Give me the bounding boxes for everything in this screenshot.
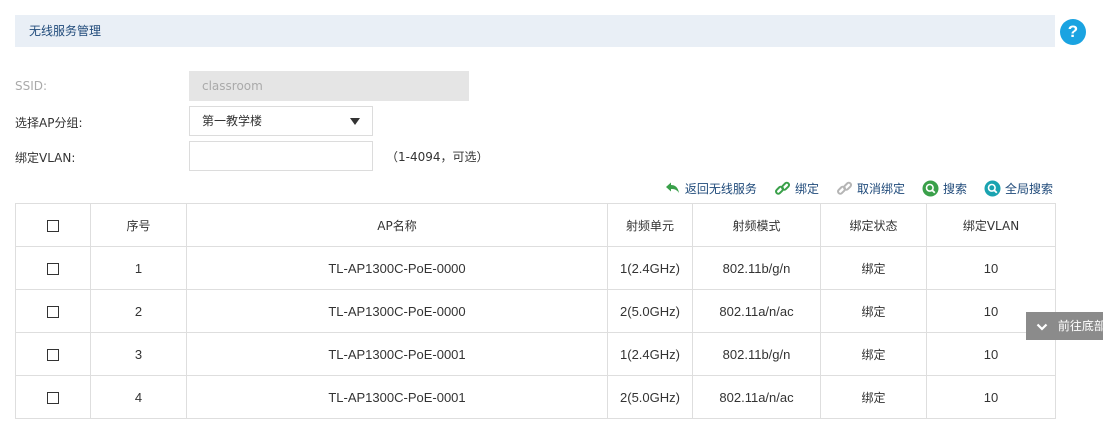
bind-button[interactable]: 绑定 <box>774 180 819 197</box>
row-select[interactable] <box>15 246 91 290</box>
cell-mode: 802.11a/n/ac <box>692 289 821 333</box>
vlan-hint: （1-4094，可选） <box>386 150 489 164</box>
row-checkbox[interactable] <box>47 305 59 318</box>
header-select-all[interactable] <box>15 203 91 247</box>
cell-vlan: 10 <box>926 375 1056 419</box>
cell-status: 绑定 <box>820 289 927 333</box>
select-all-checkbox[interactable] <box>47 219 59 232</box>
chevron-down-icon <box>350 118 360 125</box>
row-checkbox[interactable] <box>47 262 59 275</box>
ap-group-select[interactable]: 第一教学楼 <box>189 106 373 136</box>
cell-status: 绑定 <box>820 332 927 376</box>
cell-vlan: 10 <box>926 246 1056 290</box>
row-checkbox[interactable] <box>47 348 59 361</box>
go-to-bottom-button[interactable]: 前往底部 <box>1026 312 1103 340</box>
header-status: 绑定状态 <box>820 203 927 247</box>
row-select[interactable] <box>15 289 91 333</box>
cell-mode: 802.11b/g/n <box>692 246 821 290</box>
search-icon <box>922 180 939 196</box>
cell-radio: 1(2.4GHz) <box>607 246 693 290</box>
back-label: 返回无线服务 <box>684 181 757 196</box>
cell-index: 1 <box>90 246 187 290</box>
header-mode: 射频模式 <box>692 203 821 247</box>
cell-ap-name: TL-AP1300C-PoE-0000 <box>186 246 608 290</box>
bind-label: 绑定 <box>794 181 819 196</box>
row-select[interactable] <box>15 375 91 419</box>
cell-radio: 2(5.0GHz) <box>607 289 693 333</box>
search-label: 搜索 <box>942 181 967 196</box>
ssid-label: SSID: <box>15 79 48 93</box>
row-select[interactable] <box>15 332 91 376</box>
help-icon[interactable]: ? <box>1060 19 1086 45</box>
chevron-down-icon <box>1036 323 1048 331</box>
cell-index: 3 <box>90 332 187 376</box>
search-button[interactable]: 搜索 <box>922 180 967 197</box>
back-to-wireless-button[interactable]: 返回无线服务 <box>664 180 757 197</box>
cell-radio: 2(5.0GHz) <box>607 375 693 419</box>
cell-radio: 1(2.4GHz) <box>607 332 693 376</box>
cell-ap-name: TL-AP1300C-PoE-0001 <box>186 332 608 376</box>
cell-status: 绑定 <box>820 246 927 290</box>
unbind-button[interactable]: 取消绑定 <box>836 180 905 197</box>
global-search-label: 全局搜索 <box>1004 181 1053 196</box>
cell-ap-name: TL-AP1300C-PoE-0001 <box>186 375 608 419</box>
ap-group-value: 第一教学楼 <box>202 114 263 128</box>
vlan-input[interactable] <box>189 141 373 171</box>
page-title: 无线服务管理 <box>29 24 102 38</box>
back-arrow-icon <box>665 182 679 193</box>
section-header: 无线服务管理 <box>15 15 1055 47</box>
unlink-icon <box>836 181 852 195</box>
global-search-icon <box>984 180 1001 196</box>
header-vlan: 绑定VLAN <box>926 203 1056 247</box>
cell-mode: 802.11a/n/ac <box>692 375 821 419</box>
cell-status: 绑定 <box>820 375 927 419</box>
unbind-label: 取消绑定 <box>856 181 905 196</box>
ssid-field: classroom <box>189 71 469 101</box>
table-header-row: 序号 AP名称 射频单元 射频模式 绑定状态 绑定VLAN <box>15 203 1056 247</box>
table-row[interactable]: 2 TL-AP1300C-PoE-0000 2(5.0GHz) 802.11a/… <box>15 289 1056 333</box>
row-checkbox[interactable] <box>47 391 59 404</box>
global-search-button[interactable]: 全局搜索 <box>984 180 1053 197</box>
header-index: 序号 <box>90 203 187 247</box>
link-icon <box>774 181 790 195</box>
header-ap-name: AP名称 <box>186 203 608 247</box>
cell-index: 2 <box>90 289 187 333</box>
go-to-bottom-label: 前往底部 <box>1057 319 1103 333</box>
ap-group-label: 选择AP分组: <box>15 116 83 130</box>
page: 无线服务管理 ? SSID: classroom 选择AP分组: 第一教学楼 绑… <box>0 0 1103 425</box>
toolbar: 返回无线服务 绑定 取消绑定 搜索 全局搜索 <box>647 179 1053 197</box>
table-row[interactable]: 4 TL-AP1300C-PoE-0001 2(5.0GHz) 802.11a/… <box>15 375 1056 419</box>
table-row[interactable]: 1 TL-AP1300C-PoE-0000 1(2.4GHz) 802.11b/… <box>15 246 1056 290</box>
header-radio: 射频单元 <box>607 203 693 247</box>
vlan-label: 绑定VLAN: <box>15 151 76 165</box>
cell-ap-name: TL-AP1300C-PoE-0000 <box>186 289 608 333</box>
ap-table: 序号 AP名称 射频单元 射频模式 绑定状态 绑定VLAN 1 TL-AP130… <box>15 203 1056 419</box>
table-row[interactable]: 3 TL-AP1300C-PoE-0001 1(2.4GHz) 802.11b/… <box>15 332 1056 376</box>
cell-mode: 802.11b/g/n <box>692 332 821 376</box>
cell-index: 4 <box>90 375 187 419</box>
